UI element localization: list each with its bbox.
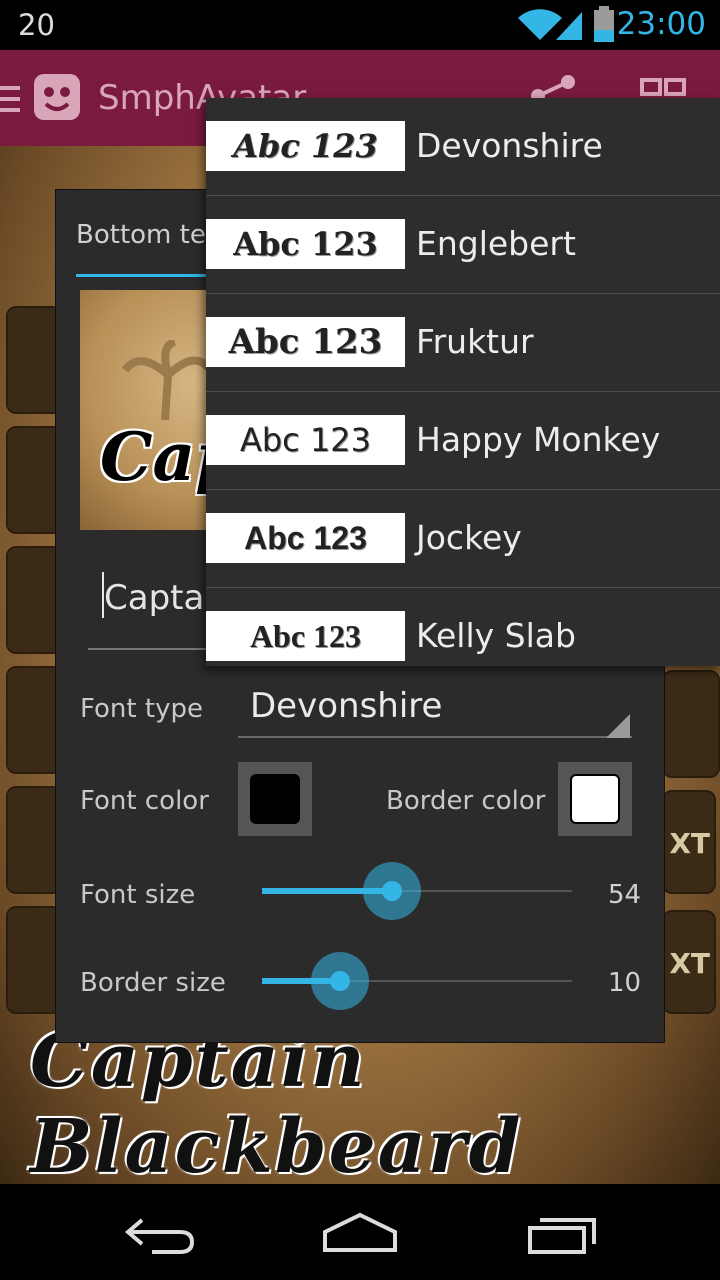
font-sample: Abc 123 [206, 317, 405, 367]
border-size-label: Border size [80, 968, 226, 998]
font-type-label: Font type [80, 694, 203, 724]
font-size-label: Font size [80, 880, 196, 910]
tool-body-button[interactable] [6, 306, 62, 414]
border-color-label: Border color [386, 786, 546, 816]
battery-icon [594, 6, 614, 42]
font-size-value: 54 [608, 880, 642, 910]
border-color-swatch [570, 774, 620, 824]
font-sample: Abc 123 [206, 513, 405, 563]
left-tool-strip [6, 306, 62, 1016]
font-sample: Abc 123 [206, 415, 405, 465]
dropdown-option[interactable]: Abc 123 Englebert [206, 196, 720, 294]
slider-thumb[interactable] [311, 952, 369, 1010]
navigation-bar [0, 1184, 720, 1280]
dropdown-option[interactable]: Abc 123 Jockey [206, 490, 720, 588]
font-name: Fruktur [416, 322, 534, 361]
font-name: Happy Monkey [416, 420, 661, 459]
home-icon[interactable] [322, 1212, 398, 1254]
font-name: Devonshire [416, 126, 603, 165]
signal-icon [556, 12, 582, 40]
avatar-bottom-caption: Captain Blackbeard [30, 1018, 523, 1190]
tool-shoes-button[interactable] [6, 906, 62, 1014]
border-size-slider[interactable] [262, 952, 572, 1010]
spinner-underline [238, 736, 632, 738]
font-color-swatch [250, 774, 300, 824]
dropdown-option[interactable]: Abc 123 Kelly Slab [206, 588, 720, 666]
font-type-spinner[interactable]: Devonshire [250, 686, 442, 726]
back-icon[interactable] [122, 1214, 196, 1254]
tool-bottom-text-button[interactable]: XT [662, 910, 716, 1014]
slider-thumb[interactable] [363, 862, 421, 920]
app-logo-icon [34, 74, 80, 120]
right-tool-strip: XT XT [662, 670, 720, 1014]
font-color-label: Font color [80, 786, 209, 816]
menu-icon[interactable] [0, 84, 22, 114]
border-size-value: 10 [608, 968, 642, 998]
font-name: Englebert [416, 224, 576, 263]
font-size-slider[interactable] [262, 862, 572, 920]
dropdown-option[interactable]: Abc 123 Devonshire [206, 98, 720, 196]
tool-hair-button[interactable] [6, 666, 62, 774]
tool-face-button[interactable] [6, 546, 62, 654]
border-color-button[interactable] [558, 762, 632, 836]
status-notification-count: 20 [18, 8, 55, 42]
tool-shirt-button[interactable] [6, 786, 62, 894]
tool-background-button[interactable] [662, 670, 720, 778]
font-sample: Abc 123 [206, 121, 405, 171]
status-bar: 20 23:00 [0, 0, 720, 50]
status-time: 23:00 [616, 6, 706, 42]
spinner-arrow-icon [606, 714, 630, 738]
dropdown-option[interactable]: Abc 123 Fruktur [206, 294, 720, 392]
dropdown-option[interactable]: Abc 123 Happy Monkey [206, 392, 720, 490]
font-sample: Abc 123 [206, 219, 405, 269]
font-type-dropdown: Abc 123 Devonshire Abc 123 Englebert Abc… [206, 98, 720, 666]
font-name: Kelly Slab [416, 616, 576, 655]
recents-icon[interactable] [526, 1214, 598, 1256]
tool-reel-button[interactable] [6, 426, 62, 534]
tool-top-text-button[interactable]: XT [662, 790, 716, 894]
font-color-button[interactable] [238, 762, 312, 836]
palm-tree-icon [121, 340, 210, 420]
font-name: Jockey [416, 518, 522, 557]
font-sample: Abc 123 [206, 611, 405, 661]
